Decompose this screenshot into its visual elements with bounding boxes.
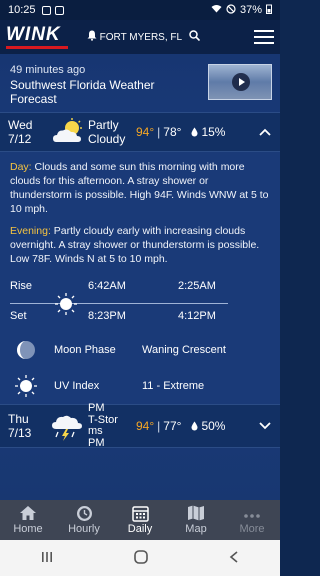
nav-map[interactable]: Map (168, 500, 224, 540)
recent-apps-icon[interactable] (41, 550, 53, 566)
video-title[interactable]: Southwest Florida Weather Forecast (10, 78, 200, 106)
daily-forecast-content[interactable]: 49 minutes ago Southwest Florida Weather… (0, 54, 280, 500)
image-notification-icon (41, 5, 51, 15)
temp-separator: | (157, 125, 161, 139)
day-label: Thu 7/13 (8, 412, 32, 440)
moonset-time: 4:12PM (178, 310, 216, 322)
search-icon[interactable] (189, 30, 201, 44)
video-forecast-card[interactable]: 49 minutes ago Southwest Florida Weather… (0, 54, 280, 112)
low-temp: 77° (163, 419, 182, 433)
nav-daily[interactable]: Daily (112, 500, 168, 540)
moonrise-time: 2:25AM (178, 280, 216, 292)
moon-icon (149, 295, 165, 318)
day-label: Wed 7/12 (8, 118, 33, 146)
uv-index-value: 11 - Extreme (142, 380, 205, 392)
bottom-navigation: Home Hourly Daily Map More (0, 500, 280, 540)
condition-label: PM T-Stor ms PM (88, 402, 118, 449)
home-button-icon[interactable] (134, 549, 148, 567)
precip-chance: 15% (191, 125, 225, 139)
sunrise-time: 6:42AM (88, 280, 126, 292)
chevron-up-icon[interactable] (258, 125, 272, 139)
location-label: FORT MYERS, FL (99, 31, 183, 43)
horizon-line (10, 303, 228, 304)
set-label: Set (10, 310, 27, 322)
bell-icon[interactable] (87, 30, 97, 44)
logo-underline (6, 46, 68, 49)
day-row-today[interactable]: Wed 7/12 Partly Cloudy 94° | 78° 15% (0, 112, 280, 152)
play-icon[interactable] (232, 73, 250, 91)
raindrop-icon (191, 127, 198, 137)
uv-index-row: UV Index 11 - Extreme (10, 368, 270, 404)
nav-more[interactable]: More (224, 500, 280, 540)
chevron-down-icon[interactable] (258, 419, 272, 433)
battery-level: 37% (239, 4, 262, 16)
day-forecast-text: Day: Clouds and some sun this morning wi… (10, 161, 269, 215)
precip-chance: 50% (191, 419, 225, 433)
more-icon (243, 505, 261, 523)
low-temp: 78° (163, 125, 182, 139)
uv-index-label: UV Index (54, 380, 100, 392)
sun-moon-times: Rise Set 6:42AM 8:23PM 2:25AM 4:12PM (10, 274, 270, 332)
location-selector[interactable]: FORT MYERS, FL (87, 30, 201, 44)
sun-icon (55, 293, 77, 320)
back-icon[interactable] (229, 550, 239, 566)
moon-phase-value: Waning Crescent (142, 344, 226, 356)
day-row-thursday[interactable]: Thu 7/13 PM T-Stor ms PM 94° | 77° 50% (0, 402, 280, 449)
calendar-icon (131, 505, 149, 523)
moon-phase-label: Moon Phase (54, 344, 116, 356)
map-icon (187, 505, 205, 523)
high-temp: 94° (136, 125, 155, 139)
app-header: WINK FORT MYERS, FL (0, 20, 280, 54)
battery-icon (266, 4, 272, 17)
notification-icons (41, 5, 64, 15)
nav-home[interactable]: Home (0, 500, 56, 540)
hamburger-menu-icon[interactable] (254, 30, 274, 44)
video-thumbnail[interactable] (208, 64, 272, 100)
temperature-notification-icon (54, 5, 64, 15)
home-icon (19, 505, 37, 523)
system-status-icons: 37% (211, 3, 272, 17)
system-navigation-bar (0, 540, 280, 576)
partly-cloudy-icon (50, 118, 88, 146)
today-details: Day: Clouds and some sun this morning wi… (0, 152, 280, 404)
rise-label: Rise (10, 280, 33, 292)
sun-uv-icon (14, 374, 50, 398)
waning-crescent-icon (14, 338, 50, 362)
status-bar: 10:25 37% (0, 0, 280, 20)
evening-forecast-text: Evening: Partly cloudy early with increa… (10, 225, 260, 265)
raindrop-icon (191, 421, 198, 431)
wink-logo[interactable]: WINK (6, 24, 68, 50)
nav-hourly[interactable]: Hourly (56, 500, 112, 540)
status-time: 10:25 (8, 4, 36, 16)
condition-label: Partly Cloudy (88, 118, 126, 146)
clock-icon (76, 505, 93, 523)
temp-separator: | (157, 419, 161, 433)
thunderstorm-icon (50, 412, 88, 441)
sunset-time: 8:23PM (88, 310, 126, 322)
wifi-icon (211, 4, 222, 16)
moon-phase-row: Moon Phase Waning Crescent (10, 332, 270, 368)
high-temp: 94° (136, 419, 155, 433)
dnd-icon (226, 3, 236, 17)
